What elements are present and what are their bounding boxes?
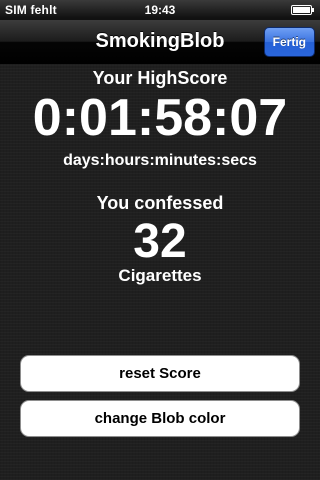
cigarette-count: 32: [133, 215, 187, 268]
change-blob-color-button[interactable]: change Blob color: [20, 400, 300, 437]
navigation-bar: SmokingBlob Fertig: [0, 20, 320, 64]
highscore-label: Your HighScore: [92, 68, 228, 88]
confessed-label: You confessed: [96, 193, 224, 213]
status-time: 19:43: [144, 3, 176, 17]
cigarettes-unit-label: Cigarettes: [118, 266, 202, 285]
app-screen: SIM fehlt 19:43 SmokingBlob Fertig Your …: [0, 0, 320, 480]
reset-score-button[interactable]: reset Score: [20, 355, 300, 392]
highscore-value: 0:01:58:07: [32, 89, 288, 147]
done-button[interactable]: Fertig: [263, 27, 315, 57]
status-bar: SIM fehlt 19:43: [0, 0, 320, 20]
battery-full-icon: [291, 5, 314, 15]
time-format-label: days:hours:minutes:secs: [63, 152, 257, 169]
